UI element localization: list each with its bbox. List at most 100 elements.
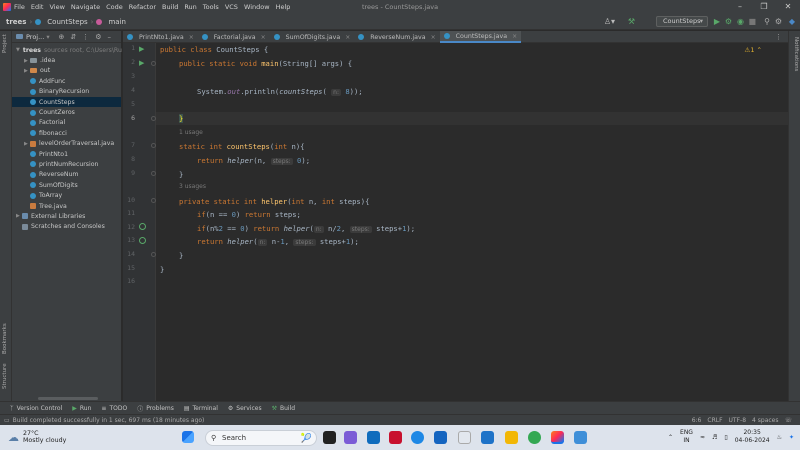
menu-run[interactable]: Run: [184, 3, 196, 11]
run-tool-button[interactable]: ▶ Run: [72, 405, 91, 412]
build-button[interactable]: ⚒ Build: [272, 405, 295, 412]
warning-indicator[interactable]: ⚠1 ⌃: [745, 46, 762, 54]
task-view-icon[interactable]: [323, 431, 336, 444]
collapse-all-icon[interactable]: ⇵: [70, 33, 82, 41]
mail-icon[interactable]: [481, 431, 494, 444]
tree-item[interactable]: PrintNto1: [12, 149, 121, 159]
close-tab-icon[interactable]: ×: [512, 33, 517, 40]
run-configuration-select[interactable]: CountSteps ▾: [656, 16, 708, 27]
caret-position[interactable]: 6:6: [692, 417, 702, 424]
wifi-icon[interactable]: ≈: [700, 434, 705, 441]
tree-root[interactable]: ▼ trees sources root, C:\Users\Ru: [12, 45, 122, 55]
file-explorer-icon[interactable]: [505, 431, 518, 444]
version-control-button[interactable]: ᛉ Version Control: [10, 405, 62, 412]
tree-item[interactable]: ▶ out: [12, 66, 121, 76]
breadcrumb-class[interactable]: CountSteps: [47, 18, 87, 26]
tree-item[interactable]: Factorial: [12, 118, 121, 128]
language-indicator[interactable]: ENG IN: [680, 429, 693, 445]
problems-button[interactable]: ⓘ Problems: [137, 404, 174, 413]
menu-help[interactable]: Help: [276, 3, 291, 11]
menu-file[interactable]: File: [14, 3, 25, 11]
select-opened-file-icon[interactable]: ⊕: [58, 33, 70, 41]
usage-hint[interactable]: 1 usage: [179, 129, 203, 136]
windows-start-icon[interactable]: [182, 431, 194, 443]
gear-icon[interactable]: ⚙: [95, 33, 107, 41]
close-tab-icon[interactable]: ×: [345, 34, 350, 41]
breadcrumb-method[interactable]: main: [108, 18, 126, 26]
speaker-icon[interactable]: ♬: [712, 434, 717, 441]
menu-build[interactable]: Build: [162, 3, 178, 11]
todo-button[interactable]: ≡ TODO: [101, 405, 127, 412]
tree-item-selected[interactable]: CountSteps: [12, 96, 121, 108]
lock-icon[interactable]: ☏: [784, 417, 792, 424]
tree-item[interactable]: ▶ levelOrderTraversal.java: [12, 139, 121, 149]
files-app-icon[interactable]: [458, 431, 471, 444]
code-editor[interactable]: ⚠1 ⌃ public class CountSteps { public st…: [156, 43, 788, 401]
taskbar-search[interactable]: ⚲ Search 🎾: [205, 430, 317, 446]
debug-icon[interactable]: ⚙: [725, 17, 732, 26]
menu-vcs[interactable]: VCS: [225, 3, 238, 11]
coverage-icon[interactable]: ◉: [737, 17, 744, 26]
chrome-icon[interactable]: [528, 431, 541, 444]
menu-window[interactable]: Window: [244, 3, 270, 11]
copilot-icon[interactable]: ✦: [789, 434, 794, 441]
snipping-tool-icon[interactable]: [574, 431, 587, 444]
tree-scratches[interactable]: Scratches and Consoles: [12, 222, 121, 232]
tree-item[interactable]: BinaryRecursion: [12, 87, 121, 97]
horizontal-scrollbar[interactable]: [38, 397, 98, 400]
stop-icon[interactable]: ■: [748, 17, 756, 26]
tree-item[interactable]: CountZeros: [12, 107, 121, 117]
close-icon[interactable]: ✕: [776, 0, 800, 14]
chevron-down-icon[interactable]: ▾: [46, 33, 49, 41]
file-encoding[interactable]: UTF-8: [729, 417, 747, 424]
store-app-icon[interactable]: [367, 431, 380, 444]
settings-gear-icon[interactable]: ⚙: [775, 17, 782, 26]
breadcrumb-project[interactable]: trees: [6, 18, 26, 26]
project-panel-title[interactable]: Proj...: [26, 33, 44, 41]
run-main-icon[interactable]: ▶: [139, 59, 144, 67]
tab-factorial[interactable]: Factorial.java ×: [198, 31, 270, 43]
minimize-icon[interactable]: –: [728, 0, 752, 14]
bookmarks-tool-tab[interactable]: Bookmarks: [2, 323, 8, 354]
tab-reversenum[interactable]: ReverseNum.java ×: [354, 31, 439, 43]
build-hammer-icon[interactable]: ⚒: [628, 17, 635, 26]
clock[interactable]: 20:35 04-06-2024: [735, 429, 770, 445]
edge-icon[interactable]: [411, 431, 424, 444]
mcafee-icon[interactable]: [389, 431, 402, 444]
menu-refactor[interactable]: Refactor: [129, 3, 156, 11]
project-tool-tab[interactable]: Project: [2, 34, 8, 53]
tree-item[interactable]: SumOfDigits: [12, 180, 121, 190]
notification-bell-icon[interactable]: ♨: [777, 434, 782, 441]
chat-icon[interactable]: [344, 431, 357, 444]
tree-item[interactable]: AddFunc: [12, 76, 121, 86]
tab-options-icon[interactable]: ⋮: [775, 31, 788, 42]
tree-item[interactable]: printNumRecursion: [12, 159, 121, 169]
menu-navigate[interactable]: Navigate: [71, 3, 100, 11]
tree-item[interactable]: fibonacci: [12, 128, 121, 138]
tab-countsteps[interactable]: CountSteps.java ×: [439, 31, 522, 43]
ide-logo-icon[interactable]: ◆: [789, 17, 795, 26]
menu-edit[interactable]: Edit: [31, 3, 44, 11]
menu-view[interactable]: View: [49, 3, 64, 11]
battery-icon[interactable]: ▯: [724, 434, 727, 441]
tree-item[interactable]: ReverseNum: [12, 170, 121, 180]
line-separator[interactable]: CRLF: [707, 417, 722, 424]
tree-item[interactable]: Tree.java: [12, 201, 121, 211]
search-icon[interactable]: ⚲: [764, 17, 770, 26]
run-icon[interactable]: ▶: [714, 17, 720, 26]
close-tab-icon[interactable]: ×: [261, 34, 266, 41]
intellij-taskbar-icon[interactable]: [551, 431, 564, 444]
menu-code[interactable]: Code: [106, 3, 123, 11]
tree-external-libraries[interactable]: ▶ External Libraries: [12, 211, 121, 221]
menu-tools[interactable]: Tools: [203, 3, 219, 11]
indent-setting[interactable]: 4 spaces: [752, 417, 778, 424]
close-tab-icon[interactable]: ×: [431, 34, 436, 41]
notifications-tool-tab[interactable]: Notifications: [793, 37, 799, 71]
terminal-button[interactable]: ▤ Terminal: [184, 405, 218, 412]
vcs-user-icon[interactable]: ♙▾: [604, 17, 615, 26]
restore-icon[interactable]: ❐: [752, 0, 776, 14]
structure-tool-tab[interactable]: Structure: [2, 363, 8, 389]
tab-sumofdigits[interactable]: SumOfDigits.java ×: [270, 31, 355, 43]
usage-hint[interactable]: 3 usages: [179, 183, 206, 190]
status-message[interactable]: Build completed successfully in 1 sec, 6…: [13, 417, 205, 424]
